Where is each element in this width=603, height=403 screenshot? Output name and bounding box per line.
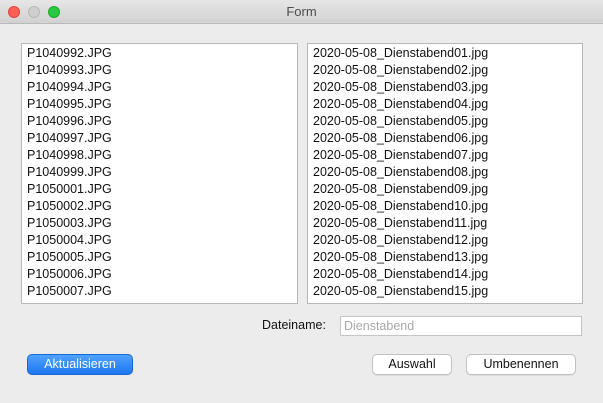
list-item[interactable]: 2020-05-08_Dienstabend10.jpg bbox=[308, 198, 582, 215]
list-item[interactable]: 2020-05-08_Dienstabend14.jpg bbox=[308, 266, 582, 283]
filename-input[interactable] bbox=[340, 316, 582, 336]
list-item[interactable]: P1040997.JPG bbox=[22, 130, 297, 147]
select-button[interactable]: Auswahl bbox=[372, 354, 452, 375]
rename-button[interactable]: Umbenennen bbox=[466, 354, 576, 375]
list-item[interactable]: 2020-05-08_Dienstabend08.jpg bbox=[308, 164, 582, 181]
list-item[interactable]: P1050007.JPG bbox=[22, 283, 297, 300]
list-item[interactable]: P1050003.JPG bbox=[22, 215, 297, 232]
list-item[interactable]: 2020-05-08_Dienstabend03.jpg bbox=[308, 79, 582, 96]
refresh-button[interactable]: Aktualisieren bbox=[27, 354, 133, 375]
target-file-list[interactable]: 2020-05-08_Dienstabend01.jpg 2020-05-08_D… bbox=[307, 43, 583, 304]
window-title: Form bbox=[286, 4, 317, 19]
list-item[interactable]: P1040995.JPG bbox=[22, 96, 297, 113]
list-item[interactable]: P1040993.JPG bbox=[22, 62, 297, 79]
list-item[interactable]: 2020-05-08_Dienstabend09.jpg bbox=[308, 181, 582, 198]
list-item[interactable]: 2020-05-08_Dienstabend13.jpg bbox=[308, 249, 582, 266]
form-window: Form P1040992.JPG P1040993.JPG P1040994.JP… bbox=[0, 0, 603, 403]
list-item[interactable]: 2020-05-08_Dienstabend01.jpg bbox=[308, 45, 582, 62]
list-item[interactable]: 2020-05-08_Dienstabend15.jpg bbox=[308, 283, 582, 300]
list-item[interactable]: 2020-05-08_Dienstabend02.jpg bbox=[308, 62, 582, 79]
list-item[interactable]: P1050004.JPG bbox=[22, 232, 297, 249]
list-item[interactable]: 2020-05-08_Dienstabend07.jpg bbox=[308, 147, 582, 164]
list-item[interactable]: P1050002.JPG bbox=[22, 198, 297, 215]
list-item[interactable]: 2020-05-08_Dienstabend05.jpg bbox=[308, 113, 582, 130]
list-item[interactable]: P1040994.JPG bbox=[22, 79, 297, 96]
list-item[interactable]: P1050001.JPG bbox=[22, 181, 297, 198]
source-file-list[interactable]: P1040992.JPG P1040993.JPG P1040994.JPG P104… bbox=[21, 43, 298, 304]
list-item[interactable]: 2020-05-08_Dienstabend06.jpg bbox=[308, 130, 582, 147]
filename-label: Dateiname: bbox=[262, 318, 326, 332]
list-item[interactable]: P1040992.JPG bbox=[22, 45, 297, 62]
title-bar: Form bbox=[0, 0, 603, 24]
list-item[interactable]: 2020-05-08_Dienstabend12.jpg bbox=[308, 232, 582, 249]
list-item[interactable]: P1050005.JPG bbox=[22, 249, 297, 266]
list-item[interactable]: P1050006.JPG bbox=[22, 266, 297, 283]
list-item[interactable]: 2020-05-08_Dienstabend04.jpg bbox=[308, 96, 582, 113]
list-item[interactable]: P1040998.JPG bbox=[22, 147, 297, 164]
list-item[interactable]: 2020-05-08_Dienstabend11.jpg bbox=[308, 215, 582, 232]
list-item[interactable]: P1040996.JPG bbox=[22, 113, 297, 130]
list-item[interactable]: P1040999.JPG bbox=[22, 164, 297, 181]
